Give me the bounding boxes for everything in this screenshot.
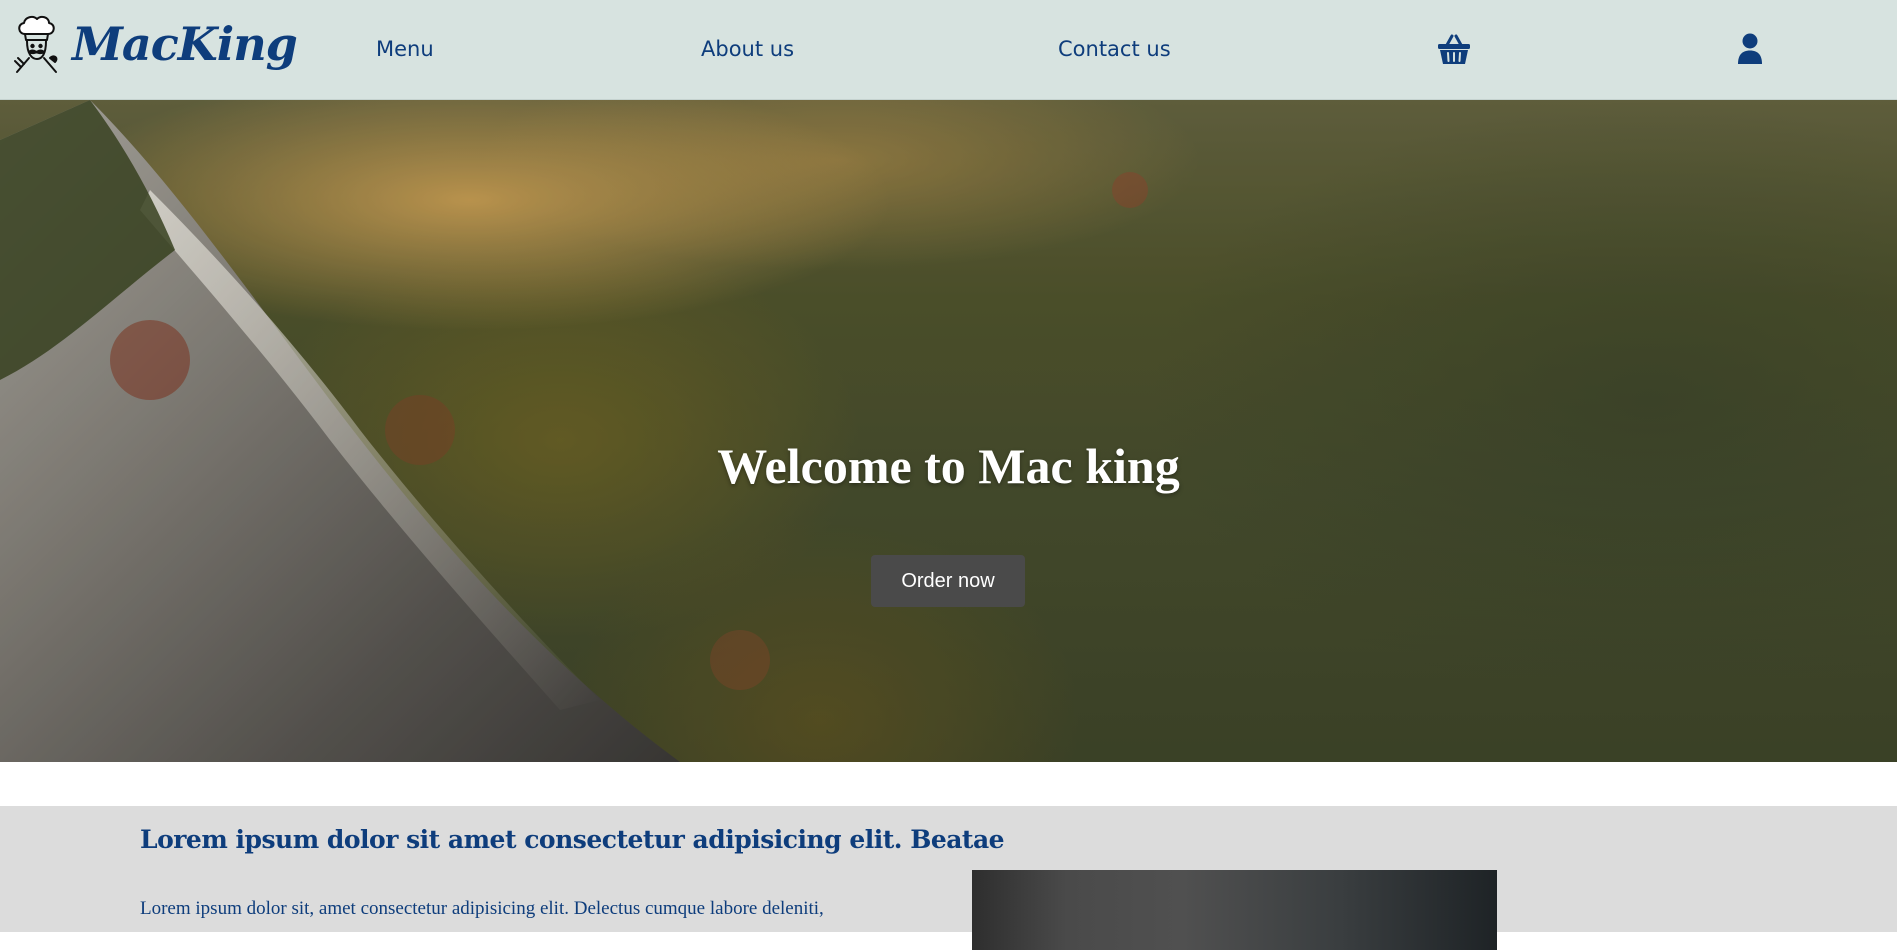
basket-icon[interactable] <box>1436 31 1472 67</box>
order-now-button[interactable]: Order now <box>871 555 1025 607</box>
nav-menu-link[interactable]: Menu <box>376 37 434 61</box>
site-header: MacKing Menu About us Contact us <box>0 0 1897 100</box>
nav-about-link[interactable]: About us <box>701 37 794 61</box>
content-heading: Lorem ipsum dolor sit amet consectetur a… <box>140 825 1005 854</box>
content-section: Lorem ipsum dolor sit amet consectetur a… <box>0 806 1897 950</box>
logo-text: MacKing <box>72 17 298 71</box>
logo[interactable]: MacKing <box>12 14 298 74</box>
content-paragraph: Lorem ipsum dolor sit, amet consectetur … <box>140 898 824 919</box>
hero-banner: Welcome to Mac king Order now <box>0 100 1897 762</box>
hero-overlay <box>0 100 1897 762</box>
content-image <box>972 870 1497 950</box>
nav-contact-link[interactable]: Contact us <box>1058 37 1171 61</box>
user-icon[interactable] <box>1737 33 1763 65</box>
chef-icon <box>14 15 58 73</box>
hero-title: Welcome to Mac king <box>717 437 1180 494</box>
